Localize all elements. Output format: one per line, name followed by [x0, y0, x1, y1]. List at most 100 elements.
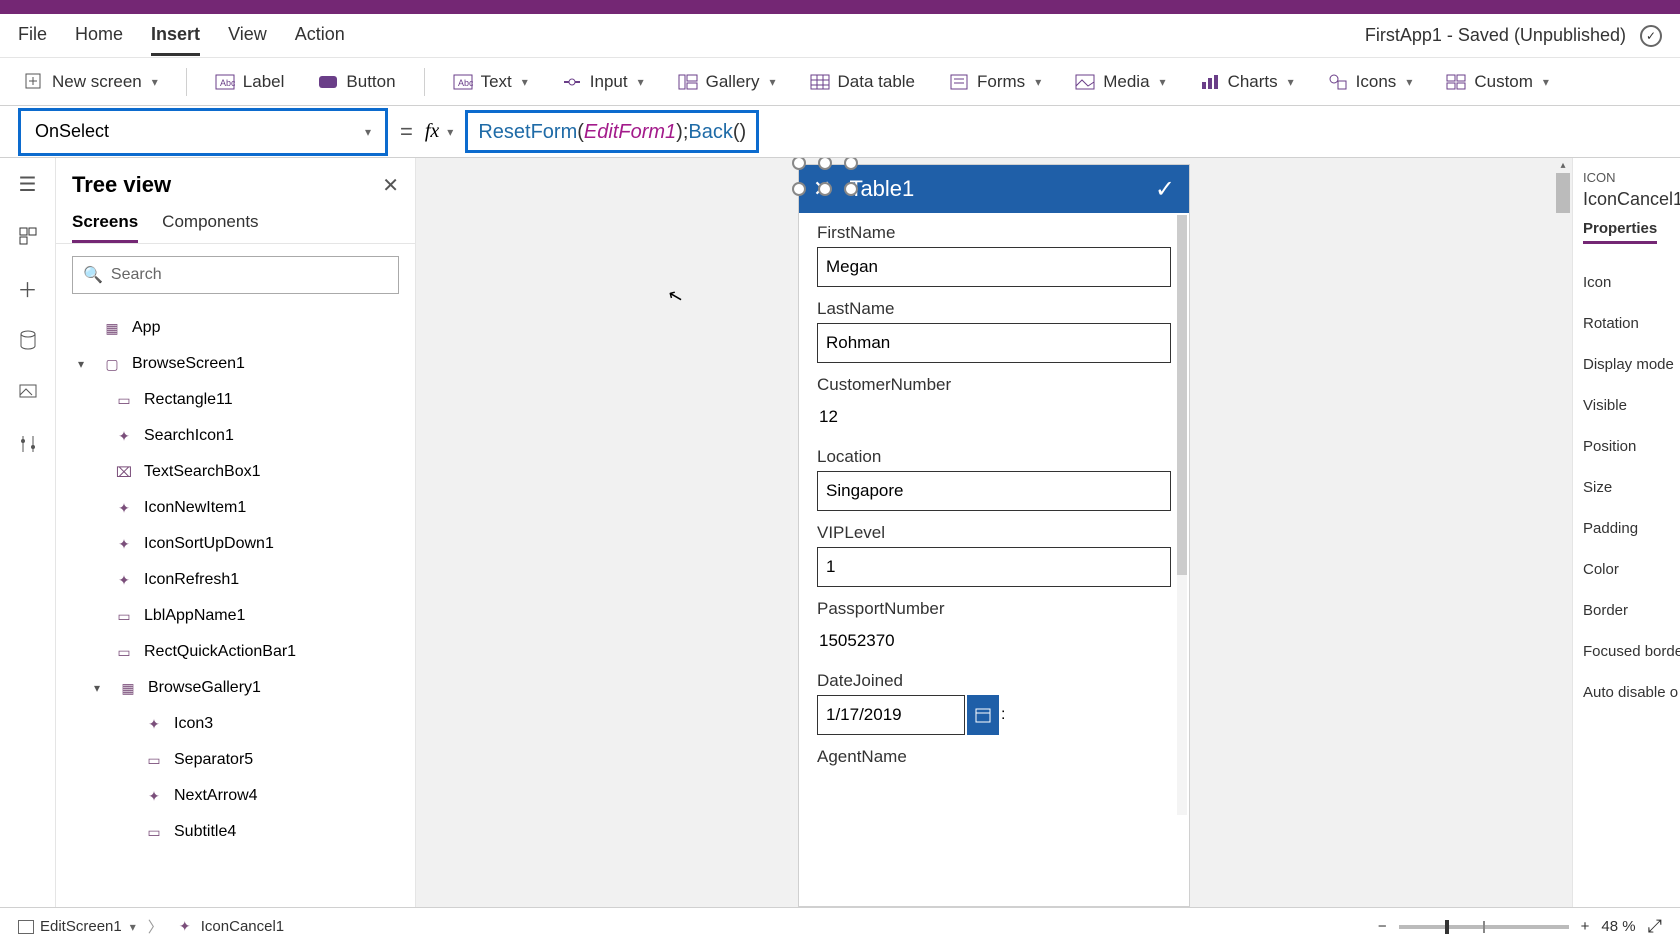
- prop-row[interactable]: Padding: [1583, 508, 1670, 549]
- firstname-input[interactable]: [817, 247, 1171, 287]
- tree-item-iconrefresh1[interactable]: ✦IconRefresh1: [56, 562, 415, 598]
- tree-item-browsegallery1[interactable]: ▾▦BrowseGallery1: [56, 670, 415, 706]
- tree-item-subtitle4[interactable]: ▭Subtitle4: [56, 814, 415, 850]
- prop-row[interactable]: Color: [1583, 549, 1670, 590]
- advanced-icon[interactable]: [16, 432, 40, 456]
- prop-row[interactable]: Focused borde: [1583, 631, 1670, 672]
- formula-bar: OnSelect ▾ = fx ▾ ResetForm(EditForm1);B…: [0, 106, 1680, 158]
- rectangle-icon: ▭: [144, 750, 164, 770]
- input-icon: [562, 72, 582, 92]
- search-input[interactable]: 🔍 Search: [72, 256, 399, 294]
- label-button[interactable]: Abc Label: [209, 68, 291, 96]
- breadcrumb-control[interactable]: ✦ IconCancel1: [175, 917, 284, 937]
- tab-components[interactable]: Components: [162, 204, 258, 243]
- form-title: Table1: [849, 176, 1154, 202]
- media-dropdown[interactable]: Media▾: [1069, 68, 1171, 96]
- zoom-out-button[interactable]: −: [1378, 918, 1387, 935]
- input-dropdown[interactable]: Input▾: [556, 68, 650, 96]
- new-screen-button[interactable]: New screen▾: [18, 68, 164, 96]
- gallery-dropdown[interactable]: Gallery▾: [672, 68, 782, 96]
- icon-control-icon: ✦: [114, 426, 134, 446]
- menu-home[interactable]: Home: [75, 16, 123, 56]
- tree-item-app[interactable]: ▦App: [56, 310, 415, 346]
- data-icon[interactable]: [16, 328, 40, 352]
- selection-handles[interactable]: [787, 158, 865, 203]
- menu-insert[interactable]: Insert: [151, 16, 200, 56]
- prop-row[interactable]: Size: [1583, 467, 1670, 508]
- chevron-down-icon[interactable]: ▾: [447, 125, 453, 139]
- hamburger-icon[interactable]: ☰: [16, 172, 40, 196]
- selection-name: IconCancel1: [1583, 189, 1670, 210]
- icon-control-icon: ✦: [114, 534, 134, 554]
- prop-row[interactable]: Border: [1583, 590, 1670, 631]
- save-state-label: FirstApp1 - Saved (Unpublished): [1365, 25, 1626, 46]
- canvas[interactable]: ↖ ✕ Table1 ✓ FirstName LastName Customer…: [416, 158, 1572, 907]
- field-label: PassportNumber: [817, 599, 1171, 619]
- gallery-icon: [678, 72, 698, 92]
- selection-category: ICON: [1583, 170, 1670, 185]
- zoom-slider[interactable]: [1399, 925, 1569, 929]
- tree-item-separator5[interactable]: ▭Separator5: [56, 742, 415, 778]
- tree-item-rectangle11[interactable]: ▭Rectangle11: [56, 382, 415, 418]
- fit-to-window-icon[interactable]: ⤢: [1648, 916, 1662, 937]
- tab-screens[interactable]: Screens: [72, 204, 138, 243]
- data-table-button[interactable]: Data table: [804, 68, 922, 96]
- menu-view[interactable]: View: [228, 16, 267, 56]
- property-dropdown[interactable]: OnSelect ▾: [18, 108, 388, 156]
- add-icon[interactable]: ＋: [16, 276, 40, 300]
- label-icon: Abc: [215, 72, 235, 92]
- media-panel-icon[interactable]: [16, 380, 40, 404]
- label-icon: ▭: [114, 606, 134, 626]
- lastname-input[interactable]: [817, 323, 1171, 363]
- left-rail: ☰ ＋: [0, 158, 56, 907]
- charts-dropdown[interactable]: Charts▾: [1194, 68, 1300, 96]
- button-button[interactable]: Button: [312, 68, 401, 96]
- prop-row[interactable]: Display mode: [1583, 344, 1670, 385]
- tree-item-iconsortupdown1[interactable]: ✦IconSortUpDown1: [56, 526, 415, 562]
- form-scrollbar[interactable]: [1177, 215, 1187, 815]
- tree-item-searchicon1[interactable]: ✦SearchIcon1: [56, 418, 415, 454]
- app-titlebar: [0, 0, 1680, 14]
- tree-item-rectquickactionbar1[interactable]: ▭RectQuickActionBar1: [56, 634, 415, 670]
- tree-item-iconnewitem1[interactable]: ✦IconNewItem1: [56, 490, 415, 526]
- prop-row[interactable]: Icon: [1583, 262, 1670, 303]
- tree-view-icon[interactable]: [16, 224, 40, 248]
- prop-row[interactable]: Position: [1583, 426, 1670, 467]
- app-checker-icon[interactable]: ✓: [1640, 25, 1662, 47]
- customernumber-value: 12: [817, 399, 1171, 435]
- datejoined-input[interactable]: [817, 695, 965, 735]
- chevron-down-icon[interactable]: ▾: [78, 357, 92, 371]
- calendar-icon[interactable]: [967, 695, 999, 735]
- prop-row[interactable]: Rotation: [1583, 303, 1670, 344]
- svg-text:Abc: Abc: [220, 78, 235, 88]
- breadcrumb-screen[interactable]: EditScreen1 ▾: [18, 918, 136, 935]
- prop-row[interactable]: Auto disable o: [1583, 672, 1670, 713]
- tree-item-lblappname1[interactable]: ▭LblAppName1: [56, 598, 415, 634]
- accept-icon[interactable]: ✓: [1155, 175, 1175, 204]
- fx-icon[interactable]: fx: [425, 120, 439, 143]
- data-table-icon: [810, 72, 830, 92]
- text-dropdown[interactable]: Abc Text▾: [447, 68, 534, 96]
- chevron-down-icon[interactable]: ▾: [94, 681, 108, 695]
- viplevel-input[interactable]: [817, 547, 1171, 587]
- close-icon[interactable]: ✕: [382, 173, 399, 198]
- location-input[interactable]: [817, 471, 1171, 511]
- tab-properties[interactable]: Properties: [1583, 220, 1657, 244]
- icon-control-icon: ✦: [175, 917, 195, 937]
- phone-preview[interactable]: ✕ Table1 ✓ FirstName LastName CustomerNu…: [798, 164, 1190, 907]
- tree-item-nextarrow4[interactable]: ✦NextArrow4: [56, 778, 415, 814]
- zoom-in-button[interactable]: +: [1581, 918, 1590, 935]
- icons-dropdown[interactable]: Icons▾: [1322, 68, 1419, 96]
- chevron-down-icon[interactable]: ▾: [130, 920, 136, 934]
- forms-dropdown[interactable]: Forms▾: [943, 68, 1047, 96]
- menu-file[interactable]: File: [18, 16, 47, 56]
- prop-row[interactable]: Visible: [1583, 385, 1670, 426]
- tree-item-textsearchbox1[interactable]: ⌧TextSearchBox1: [56, 454, 415, 490]
- custom-dropdown[interactable]: Custom▾: [1440, 68, 1555, 96]
- tree-item-icon3[interactable]: ✦Icon3: [56, 706, 415, 742]
- screen-icon: [18, 920, 34, 934]
- tree-item-browsescreen1[interactable]: ▾▢BrowseScreen1: [56, 346, 415, 382]
- canvas-scrollbar[interactable]: ▴: [1556, 160, 1570, 905]
- formula-input[interactable]: ResetForm(EditForm1);Back(): [465, 110, 759, 153]
- menu-action[interactable]: Action: [295, 16, 345, 56]
